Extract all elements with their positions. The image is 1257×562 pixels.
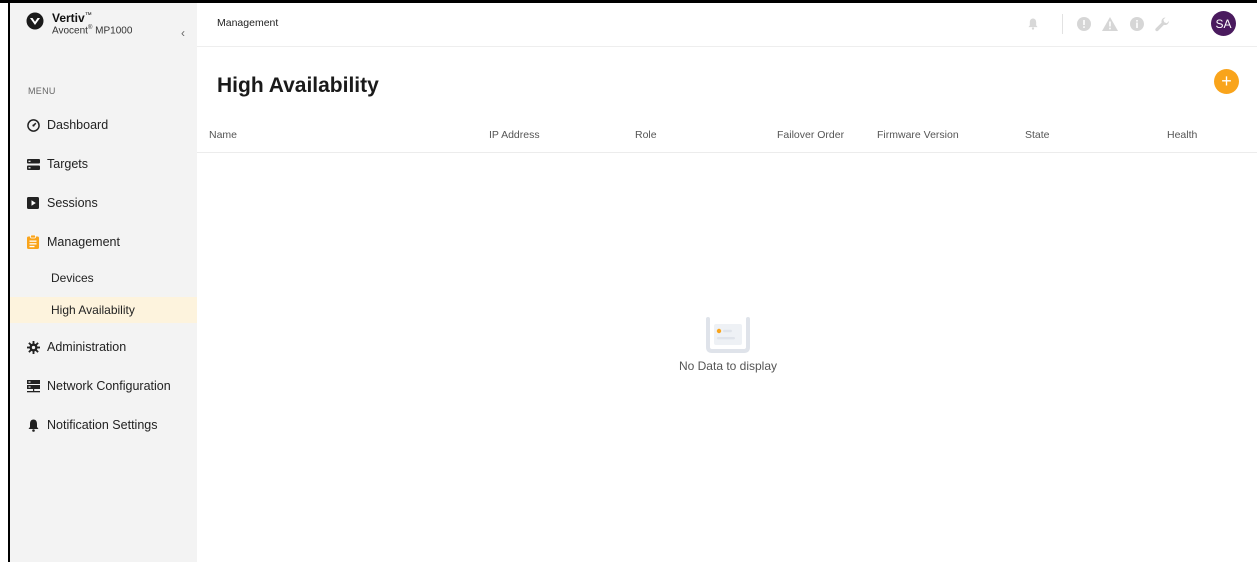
sidebar-item-label: Dashboard <box>47 118 109 132</box>
column-header-health[interactable]: Health <box>1167 129 1197 141</box>
play-box-icon <box>26 196 40 210</box>
brand-name: Vertiv™ <box>52 11 92 25</box>
column-header-state[interactable]: State <box>1025 129 1050 141</box>
column-header-firmware-version[interactable]: Firmware Version <box>877 129 959 141</box>
column-header-name[interactable]: Name <box>209 129 237 141</box>
empty-data-icon <box>706 317 750 353</box>
warning-icon[interactable] <box>1102 16 1118 32</box>
sidebar-item-notification-settings[interactable]: Notification Settings <box>10 410 197 440</box>
sidebar-subitem-high-availability[interactable]: High Availability <box>10 297 197 323</box>
sidebar-item-label: Targets <box>47 157 88 171</box>
sidebar-item-network-configuration[interactable]: Network Configuration <box>10 371 197 401</box>
top-bar: Management SA <box>197 3 1257 47</box>
bell-icon[interactable] <box>1025 16 1041 32</box>
sidebar-item-label: Management <box>47 235 120 249</box>
sidebar-item-administration[interactable]: Administration <box>10 332 197 362</box>
info-icon[interactable] <box>1076 16 1092 32</box>
table-header: Name IP Address Role Failover Order Firm… <box>197 120 1257 153</box>
vertiv-logo-icon <box>26 12 44 30</box>
gear-icon <box>26 340 40 354</box>
bell-icon <box>26 418 40 432</box>
sidebar-item-label: Network Configuration <box>47 379 171 393</box>
add-button[interactable]: + <box>1214 69 1239 94</box>
sidebar-item-targets[interactable]: Targets <box>10 149 197 179</box>
breadcrumb: Management <box>217 17 279 29</box>
network-icon <box>26 379 40 393</box>
sidebar-item-management[interactable]: Management <box>10 227 197 257</box>
empty-state-text: No Data to display <box>678 359 778 373</box>
dashboard-gauge-icon <box>26 118 40 132</box>
menu-title: MENU <box>28 86 56 96</box>
toolbar-divider <box>1062 14 1063 34</box>
page-title: High Availability <box>217 74 379 97</box>
column-header-failover-order[interactable]: Failover Order <box>777 129 844 141</box>
column-header-ip-address[interactable]: IP Address <box>489 129 540 141</box>
sidebar-subitem-devices[interactable]: Devices <box>10 265 197 291</box>
sidebar-item-dashboard[interactable]: Dashboard <box>10 110 197 140</box>
sidebar-item-sessions[interactable]: Sessions <box>10 188 197 218</box>
column-header-role[interactable]: Role <box>635 129 657 141</box>
server-stack-icon <box>26 157 40 171</box>
info-circle-icon[interactable] <box>1129 16 1145 32</box>
product-name: Avocent® MP1000 <box>52 25 133 37</box>
sidebar-item-label: Administration <box>47 340 127 354</box>
sidebar-item-label: Notification Settings <box>47 418 158 432</box>
avatar[interactable]: SA <box>1211 11 1236 36</box>
logo-row: Vertiv™ Avocent® MP1000 ‹ <box>10 3 197 47</box>
wrench-icon[interactable] <box>1154 16 1170 32</box>
sidebar: Vertiv™ Avocent® MP1000 ‹ MENU Dashboard… <box>10 3 197 562</box>
sidebar-subitem-label: Devices <box>51 271 94 285</box>
collapse-sidebar-button[interactable]: ‹ <box>181 26 185 40</box>
sidebar-item-label: Sessions <box>47 196 98 210</box>
sidebar-subitem-label: High Availability <box>51 303 135 317</box>
clipboard-icon <box>26 235 40 249</box>
